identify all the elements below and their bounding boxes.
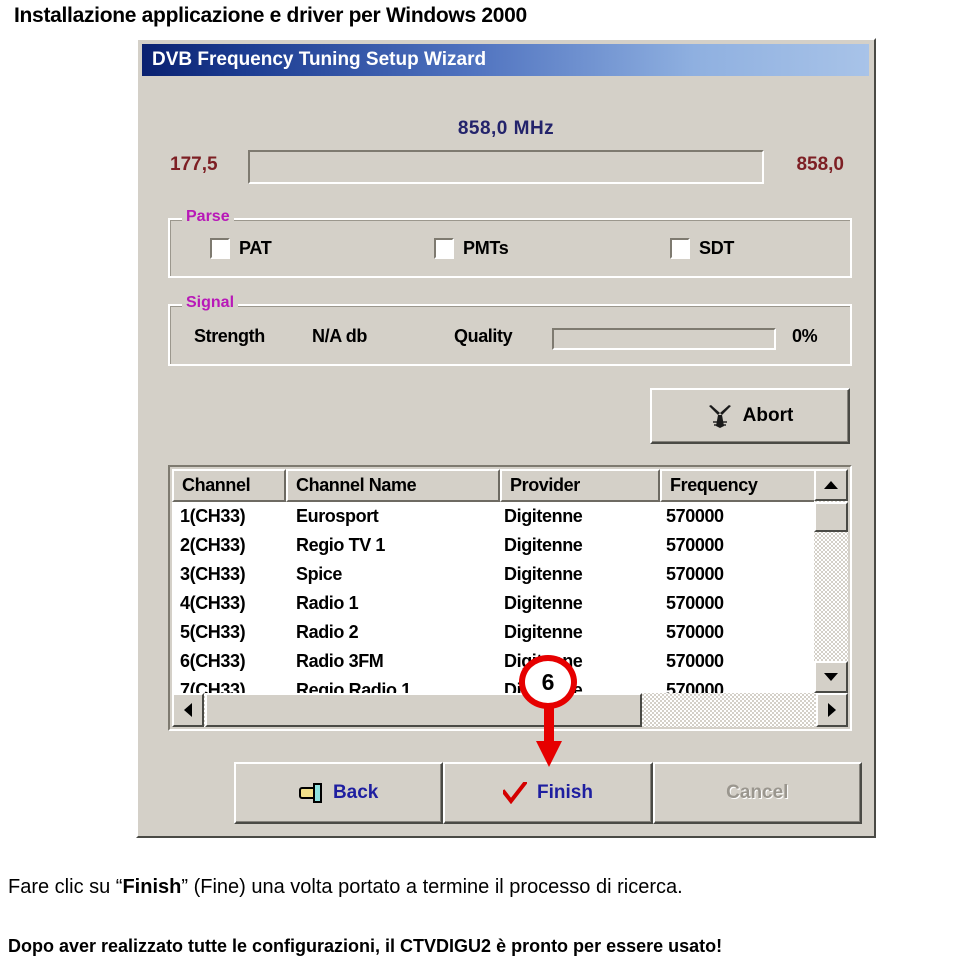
abort-x-icon bbox=[708, 405, 731, 428]
hand-back-icon bbox=[298, 783, 323, 803]
cell-frequency: 570000 bbox=[666, 506, 724, 526]
horizontal-scrollbar-thumb[interactable] bbox=[205, 693, 642, 727]
signal-quality-label: Quality bbox=[454, 326, 513, 346]
back-button[interactable]: Back bbox=[234, 762, 444, 824]
cell-name: Radio 3FM bbox=[296, 651, 384, 671]
scroll-up-button[interactable] bbox=[814, 469, 848, 501]
signal-quality-percent: 0% bbox=[792, 326, 818, 346]
signal-strength-label: Strength bbox=[194, 326, 265, 346]
table-row[interactable]: 5(CH33) Radio 2 Digitenne 570000 bbox=[172, 618, 814, 647]
cell-channel: 4(CH33) bbox=[180, 593, 246, 613]
scroll-right-button[interactable] bbox=[816, 693, 848, 727]
table-row[interactable]: 1(CH33) Eurosport Digitenne 570000 bbox=[172, 502, 814, 531]
checkbox-pat[interactable]: PAT bbox=[210, 238, 272, 259]
cancel-button: Cancel bbox=[652, 762, 862, 824]
checkbox-sdt-label: SDT bbox=[699, 238, 735, 258]
finish-button[interactable]: Finish bbox=[443, 762, 653, 824]
signal-group-label: Signal bbox=[182, 294, 239, 312]
chevron-up-icon bbox=[824, 481, 838, 489]
scroll-down-button[interactable] bbox=[814, 661, 848, 693]
caption-line-1: Fare clic su “Finish” (Fine) una volta p… bbox=[8, 876, 683, 899]
frequency-range-row: 177,5 858,0 bbox=[156, 150, 856, 188]
cell-name: Regio TV 1 bbox=[296, 535, 386, 555]
vertical-scrollbar-thumb[interactable] bbox=[814, 502, 848, 532]
cell-frequency: 570000 bbox=[666, 680, 724, 693]
horizontal-scrollbar[interactable] bbox=[172, 693, 848, 727]
cell-channel: 2(CH33) bbox=[180, 535, 246, 555]
checkbox-box-icon[interactable] bbox=[434, 238, 454, 259]
table-row[interactable]: 4(CH33) Radio 1 Digitenne 570000 bbox=[172, 589, 814, 618]
chevron-right-icon bbox=[828, 703, 836, 717]
page-title: Installazione applicazione e driver per … bbox=[14, 4, 527, 27]
cell-frequency: 570000 bbox=[666, 535, 724, 555]
window-title-text: DVB Frequency Tuning Setup Wizard bbox=[152, 49, 487, 70]
cell-name: Regio Radio 1 bbox=[296, 680, 411, 693]
table-row[interactable]: 7(CH33) Regio Radio 1 Digitenne 570000 bbox=[172, 676, 814, 693]
caption1-post: ” (Fine) una volta portato a termine il … bbox=[181, 876, 683, 898]
caption1-bold: Finish bbox=[122, 876, 182, 898]
chevron-left-icon bbox=[184, 703, 192, 717]
table-row[interactable]: 3(CH33) Spice Digitenne 570000 bbox=[172, 560, 814, 589]
finish-button-label: Finish bbox=[537, 782, 593, 803]
current-frequency-label: 858,0 MHz bbox=[457, 118, 555, 139]
column-header-channel-name[interactable]: Channel Name bbox=[286, 469, 500, 502]
cell-channel: 5(CH33) bbox=[180, 622, 246, 642]
checkbox-box-icon[interactable] bbox=[670, 238, 690, 259]
checkmark-icon bbox=[503, 782, 528, 804]
cell-name: Spice bbox=[296, 564, 343, 584]
caption-line-2: Dopo aver realizzato tutte le configuraz… bbox=[8, 936, 723, 956]
vertical-scrollbar[interactable] bbox=[814, 469, 848, 693]
checkbox-pmts[interactable]: PMTs bbox=[434, 238, 509, 259]
cell-provider: Digitenne bbox=[504, 593, 583, 613]
cell-provider: Digitenne bbox=[504, 622, 583, 642]
checkbox-box-icon[interactable] bbox=[210, 238, 230, 259]
channel-list-rows: 1(CH33) Eurosport Digitenne 570000 2(CH3… bbox=[172, 502, 814, 693]
frequency-min-label: 177,5 bbox=[170, 154, 218, 175]
cell-frequency: 570000 bbox=[666, 622, 724, 642]
frequency-max-label: 858,0 bbox=[796, 154, 844, 175]
cell-name: Eurosport bbox=[296, 506, 379, 526]
checkbox-pat-label: PAT bbox=[239, 238, 272, 258]
table-row[interactable]: 2(CH33) Regio TV 1 Digitenne 570000 bbox=[172, 531, 814, 560]
channel-list-header: Channel Channel Name Provider Frequency bbox=[172, 469, 848, 502]
channel-list[interactable]: Channel Channel Name Provider Frequency … bbox=[168, 465, 852, 731]
cell-name: Radio 2 bbox=[296, 622, 359, 642]
cell-provider: Digitenne bbox=[504, 535, 583, 555]
cancel-button-label: Cancel bbox=[726, 782, 789, 803]
signal-quality-progress-bar bbox=[552, 328, 776, 350]
cell-frequency: 570000 bbox=[666, 651, 724, 671]
cell-channel: 6(CH33) bbox=[180, 651, 246, 671]
back-button-label: Back bbox=[332, 782, 379, 803]
table-row[interactable]: 6(CH33) Radio 3FM Digitenne 570000 bbox=[172, 647, 814, 676]
cell-name: Radio 1 bbox=[296, 593, 359, 613]
wizard-button-bar: Back Finish Cancel bbox=[234, 762, 862, 824]
cell-frequency: 570000 bbox=[666, 593, 724, 613]
cell-provider: Digitenne bbox=[504, 651, 583, 671]
column-header-provider[interactable]: Provider bbox=[500, 469, 660, 502]
abort-button[interactable]: Abort bbox=[650, 388, 850, 444]
frequency-progress-bar bbox=[248, 150, 764, 184]
scroll-left-button[interactable] bbox=[172, 693, 204, 727]
signal-strength-value: N/A db bbox=[312, 326, 367, 346]
parse-checkbox-row: PAT PMTs SDT bbox=[170, 238, 850, 268]
cell-channel: 7(CH33) bbox=[180, 680, 246, 693]
parse-group-label: Parse bbox=[182, 208, 234, 226]
cell-provider: Digitenne bbox=[504, 506, 583, 526]
caption1-pre: Fare clic su “ bbox=[8, 876, 123, 898]
checkbox-pmts-label: PMTs bbox=[463, 238, 509, 258]
dvb-wizard-window: DVB Frequency Tuning Setup Wizard 858,0 … bbox=[136, 38, 876, 838]
cell-channel: 1(CH33) bbox=[180, 506, 246, 526]
signal-values-row: Strength N/A db Quality 0% bbox=[170, 326, 850, 356]
checkbox-sdt[interactable]: SDT bbox=[670, 238, 734, 259]
cell-provider: Digitenne bbox=[504, 564, 583, 584]
column-header-channel[interactable]: Channel bbox=[172, 469, 286, 502]
cell-frequency: 570000 bbox=[666, 564, 724, 584]
window-titlebar: DVB Frequency Tuning Setup Wizard bbox=[142, 44, 869, 76]
signal-groupbox: Signal Strength N/A db Quality 0% bbox=[168, 294, 852, 366]
cell-channel: 3(CH33) bbox=[180, 564, 246, 584]
abort-button-label: Abort bbox=[742, 405, 794, 426]
parse-groupbox: Parse PAT PMTs SDT bbox=[168, 208, 852, 278]
chevron-down-icon bbox=[824, 673, 838, 681]
cell-provider: Digitenne bbox=[504, 680, 583, 693]
